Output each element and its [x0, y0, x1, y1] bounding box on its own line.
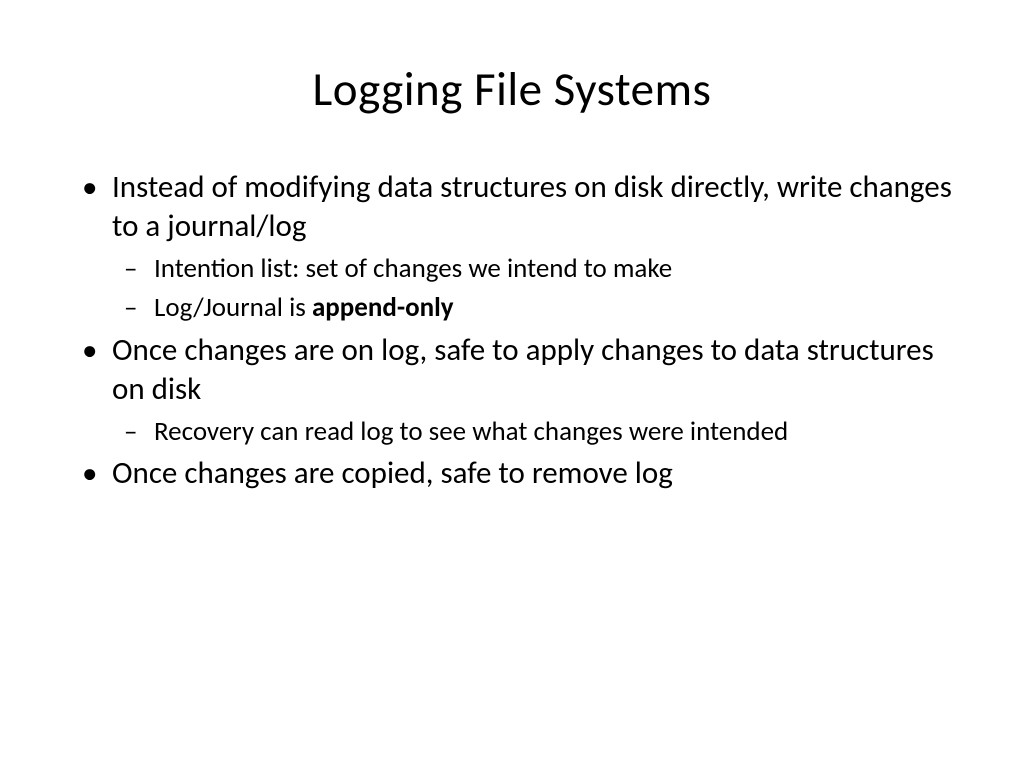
sub-bullet-item: Log/Journal is append-only [112, 291, 954, 325]
sub-bullet-item: Intention list: set of changes we intend… [112, 252, 954, 286]
sub-bullet-text-prefix: Log/Journal is [154, 291, 312, 324]
slide-title: Logging File Systems [70, 60, 954, 118]
sub-bullet-text-bold: append-only [312, 291, 454, 324]
bullet-item: Instead of modifying data structures on … [70, 168, 954, 325]
bullet-text: Once changes are copied, safe to remove … [112, 454, 673, 492]
bullet-text: Instead of modifying data structures on … [112, 168, 952, 245]
sub-bullet-item: Recovery can read log to see what change… [112, 415, 954, 449]
bullet-list-level2: Intention list: set of changes we intend… [112, 252, 954, 326]
sub-bullet-text: Recovery can read log to see what change… [154, 415, 788, 448]
bullet-list-level2: Recovery can read log to see what change… [112, 415, 954, 449]
slide-content: Instead of modifying data structures on … [70, 168, 954, 493]
bullet-list-level1: Instead of modifying data structures on … [70, 168, 954, 493]
bullet-item: Once changes are on log, safe to apply c… [70, 331, 954, 448]
bullet-item: Once changes are copied, safe to remove … [70, 454, 954, 493]
bullet-text: Once changes are on log, safe to apply c… [112, 331, 934, 408]
sub-bullet-text: Intention list: set of changes we intend… [154, 252, 672, 285]
